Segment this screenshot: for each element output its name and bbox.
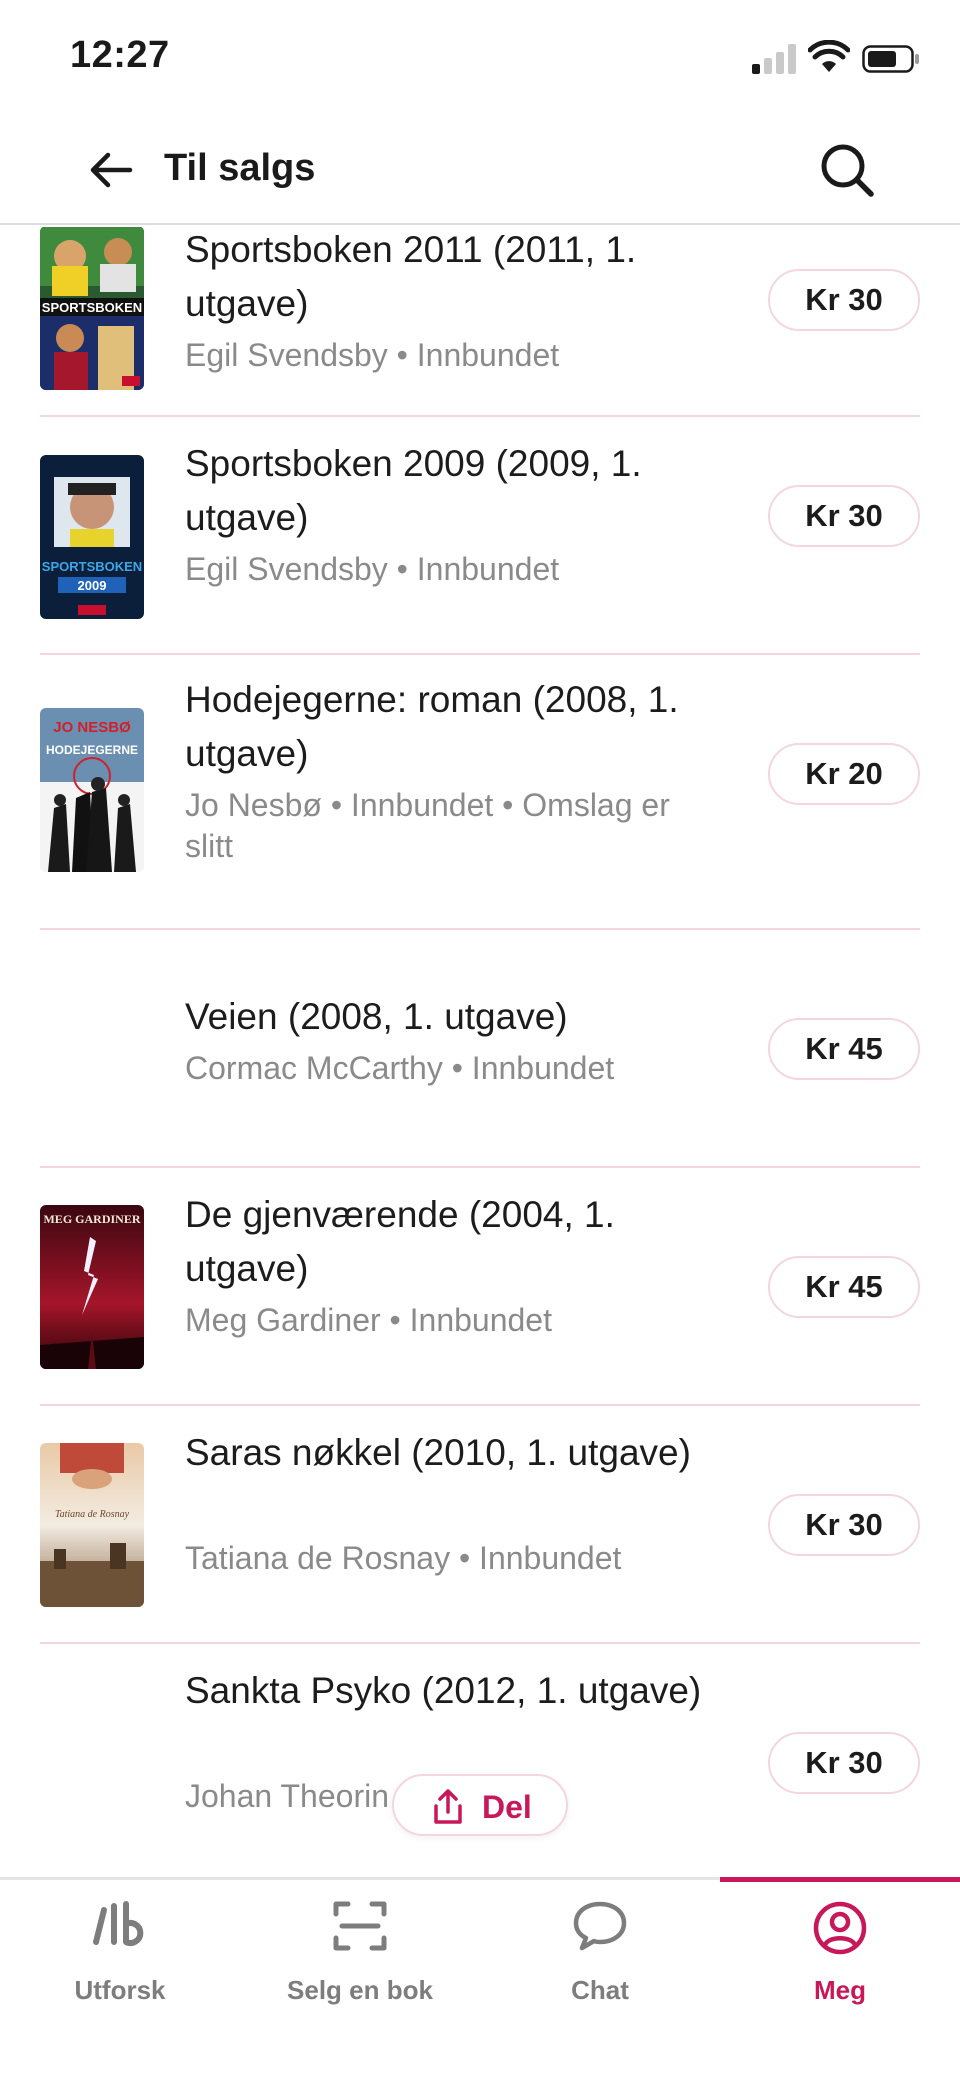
share-label: Del (482, 1789, 532, 1825)
book-cover-image: SPORTSBOKEN 2009 (40, 455, 144, 619)
book-title: Sportsboken 2009 (2009, 1. utgave) (185, 443, 642, 538)
share-icon (434, 1789, 462, 1824)
price-badge[interactable]: Kr 45 (768, 1256, 920, 1318)
tab-label: Utforsk (74, 1975, 166, 2005)
price-badge[interactable]: Kr 30 (768, 1494, 920, 1556)
svg-text:Tatiana de Rosnay: Tatiana de Rosnay (55, 1509, 130, 1520)
lb-logo-icon (93, 1901, 144, 1946)
list-item[interactable]: SPORTSBOKEN Sportsboken 2011 (2011, 1. u… (40, 227, 920, 417)
book-title: Veien (2008, 1. utgave) (185, 996, 568, 1037)
book-cover-image: JO NESBØ HODEJEGERNE (40, 708, 144, 872)
tab-selg-en-bok[interactable]: Selg en bok (240, 1880, 480, 2079)
svg-text:SPORTSBOKEN: SPORTSBOKEN (42, 559, 142, 574)
list-item[interactable]: SPORTSBOKEN 2009 Sportsboken 2009 (2009,… (40, 417, 920, 655)
status-time: 12:27 (70, 34, 170, 76)
svg-text:JO NESBØ: JO NESBØ (53, 719, 131, 736)
page-title: Til salgs (164, 147, 316, 189)
list-item[interactable]: Veien (2008, 1. utgave) Cormac McCarthy … (40, 930, 920, 1168)
chat-bubble-icon (573, 1901, 627, 1951)
book-title: De gjenværende (2004, 1. utgave) (185, 1194, 615, 1289)
share-button[interactable]: Del (392, 1774, 568, 1836)
app-header: Til salgs (0, 115, 960, 225)
list-item[interactable]: Sankta Psyko (2012, 1. utgave) Johan The… (40, 1644, 920, 1877)
listing-list: SPORTSBOKEN Sportsboken 2011 (2011, 1. u… (0, 227, 960, 1877)
book-cover-image: Tatiana de Rosnay (40, 1443, 144, 1607)
list-item[interactable]: Tatiana de Rosnay Saras nøkkel (2010, 1.… (40, 1406, 920, 1644)
tab-utforsk[interactable]: Utforsk (0, 1880, 240, 2079)
tab-label: Chat (571, 1975, 629, 2005)
price-badge[interactable]: Kr 20 (768, 743, 920, 805)
list-item[interactable]: MEG GARDINER De gjenværende (2004, 1. ut… (40, 1168, 920, 1406)
scan-icon (333, 1901, 387, 1951)
book-meta: Jo Nesbø • Innbundet • Omslag er slitt (185, 787, 670, 864)
wifi-icon (808, 40, 850, 72)
status-bar: 12:27 (0, 0, 960, 115)
price-badge[interactable]: Kr 30 (768, 485, 920, 547)
book-meta: Egil Svendsby • Innbundet (185, 551, 560, 587)
tab-chat[interactable]: Chat (480, 1880, 720, 2079)
book-cover-image: MEG GARDINER (40, 1205, 144, 1369)
price-badge[interactable]: Kr 45 (768, 1018, 920, 1080)
signal-icon (752, 44, 798, 74)
price-badge[interactable]: Kr 30 (768, 1732, 920, 1794)
book-meta: Tatiana de Rosnay • Innbundet (185, 1540, 622, 1576)
book-title: Sankta Psyko (2012, 1. utgave) (185, 1670, 702, 1711)
book-meta: Egil Svendsby • Innbundet (185, 337, 560, 373)
book-meta: Cormac McCarthy • Innbundet (185, 1050, 615, 1086)
book-title: Hodejegerne: roman (2008, 1. utgave) (185, 679, 679, 774)
svg-text:2009: 2009 (78, 578, 107, 593)
svg-text:MEG GARDINER: MEG GARDINER (43, 1212, 140, 1226)
tab-label: Meg (814, 1975, 866, 2005)
profile-icon (813, 1901, 867, 1955)
arrow-left-icon[interactable] (86, 145, 136, 195)
book-title: Saras nøkkel (2010, 1. utgave) (185, 1432, 691, 1473)
bottom-tab-bar: Utforsk Selg en bok Chat Meg (0, 1877, 960, 2079)
tab-meg[interactable]: Meg (720, 1877, 960, 2079)
book-meta: Meg Gardiner • Innbundet (185, 1302, 552, 1338)
search-icon[interactable] (818, 141, 876, 199)
battery-icon (862, 45, 919, 73)
svg-text:HODEJEGERNE: HODEJEGERNE (46, 743, 138, 757)
book-title: Sportsboken 2011 (2011, 1. utgave) (185, 229, 637, 324)
list-item[interactable]: JO NESBØ HODEJEGERNE Hodejegerne: roman … (40, 655, 920, 930)
svg-text:SPORTSBOKEN: SPORTSBOKEN (42, 300, 142, 315)
tab-label: Selg en bok (287, 1975, 433, 2005)
book-cover-image: SPORTSBOKEN (40, 227, 144, 390)
price-badge[interactable]: Kr 30 (768, 269, 920, 331)
